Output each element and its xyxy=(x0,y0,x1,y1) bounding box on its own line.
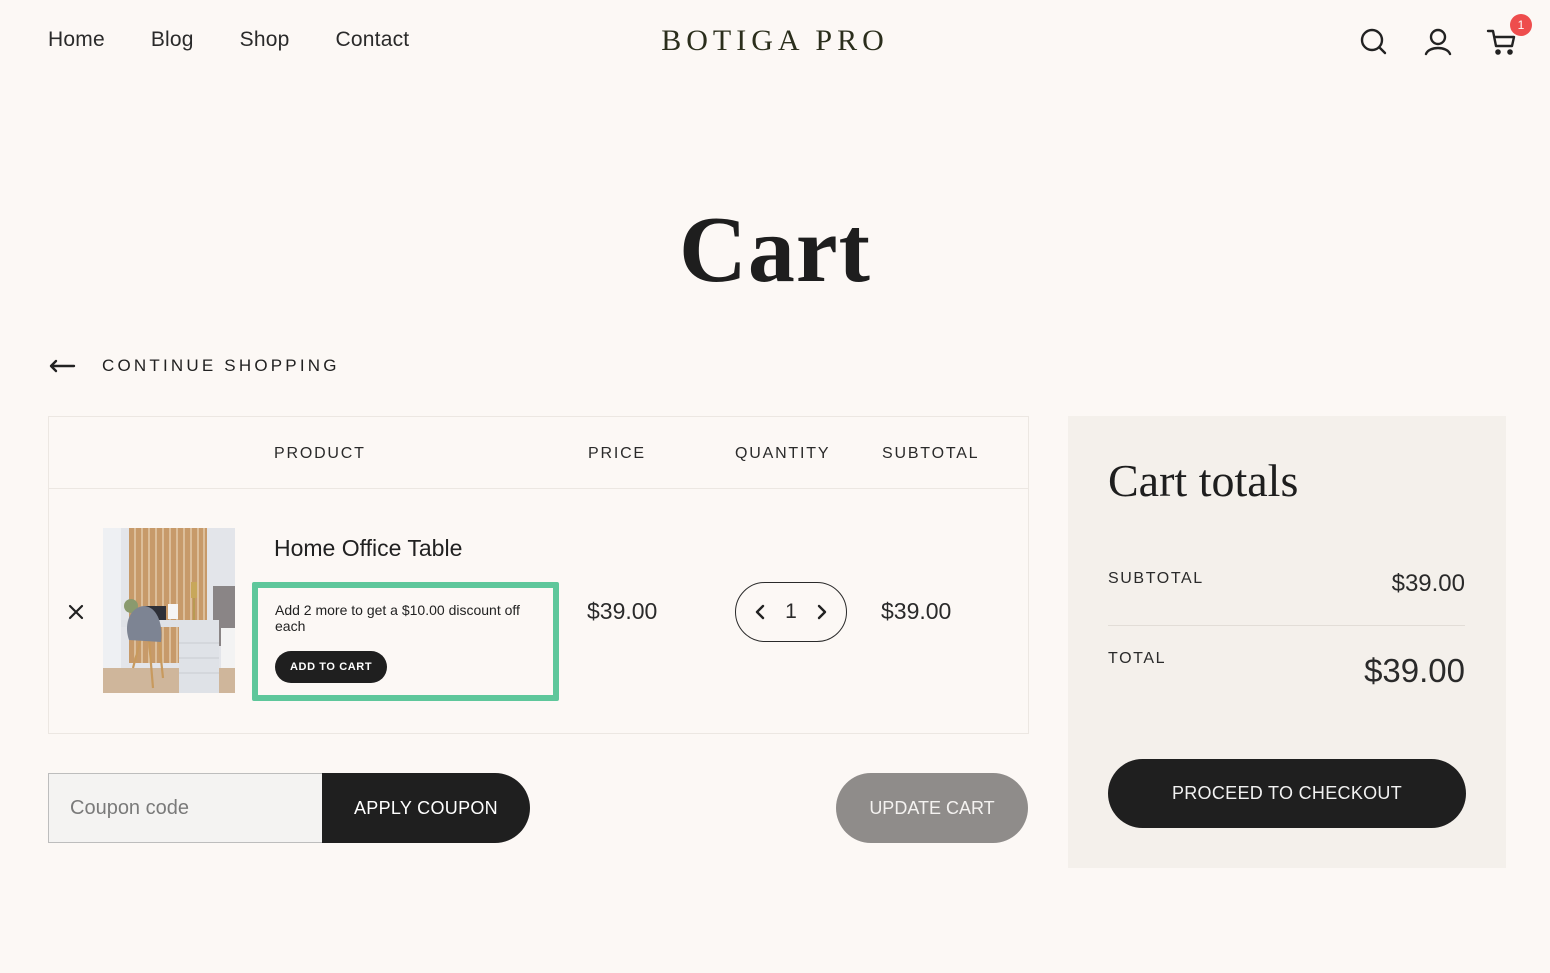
nav-blog[interactable]: Blog xyxy=(151,28,194,52)
proceed-to-checkout-button[interactable]: PROCEED TO CHECKOUT xyxy=(1108,759,1466,828)
remove-item-button[interactable] xyxy=(65,601,87,623)
header-subtotal: SUBTOTAL xyxy=(882,445,980,462)
account-button[interactable] xyxy=(1420,24,1456,60)
close-icon xyxy=(68,604,84,620)
cart-table: PRODUCT PRICE QUANTITY SUBTOTAL Home Off… xyxy=(48,416,1029,734)
arrow-left-icon xyxy=(49,359,76,373)
totals-subtotal-value: $39.00 xyxy=(1391,570,1465,597)
increase-quantity-button[interactable] xyxy=(814,604,830,620)
quantity-value[interactable]: 1 xyxy=(785,600,797,624)
chevron-left-icon xyxy=(755,604,765,620)
product-thumbnail[interactable] xyxy=(103,528,235,693)
totals-divider xyxy=(1108,625,1465,626)
bulk-discount-promo: Add 2 more to get a $10.00 discount off … xyxy=(252,582,559,701)
product-name[interactable]: Home Office Table xyxy=(274,535,462,562)
cart-button[interactable]: 1 xyxy=(1484,14,1532,60)
update-cart-button[interactable]: UPDATE CART xyxy=(836,773,1028,843)
continue-shopping-label: CONTINUE SHOPPING xyxy=(102,356,340,375)
cart-item-row: Home Office Table Add 2 more to get a $1… xyxy=(49,489,1028,733)
decrease-quantity-button[interactable] xyxy=(752,604,768,620)
account-icon xyxy=(1424,28,1452,56)
search-button[interactable] xyxy=(1356,24,1392,60)
item-price: $39.00 xyxy=(587,598,658,624)
totals-subtotal-label: SUBTOTAL xyxy=(1108,570,1204,587)
chevron-right-icon xyxy=(817,604,827,620)
cart-totals-panel: Cart totals SUBTOTAL $39.00 TOTAL $39.00… xyxy=(1068,416,1506,868)
page-title: Cart xyxy=(679,198,871,302)
totals-total-label: TOTAL xyxy=(1108,650,1167,667)
coupon-form: APPLY COUPON xyxy=(48,773,530,843)
cart-totals-title: Cart totals xyxy=(1108,455,1299,506)
header-icons: 1 xyxy=(1328,14,1532,60)
nav-home[interactable]: Home xyxy=(48,28,105,52)
cart-count-badge: 1 xyxy=(1510,14,1532,36)
continue-shopping-link[interactable]: CONTINUE SHOPPING xyxy=(48,356,340,376)
add-to-cart-button[interactable]: ADD TO CART xyxy=(275,651,388,683)
nav-contact[interactable]: Contact xyxy=(336,28,410,52)
coupon-code-input[interactable] xyxy=(48,773,322,843)
cart-table-header: PRODUCT PRICE QUANTITY SUBTOTAL xyxy=(49,417,1028,489)
site-logo[interactable]: BOTIGA PRO xyxy=(661,24,889,57)
apply-coupon-button[interactable]: APPLY COUPON xyxy=(322,773,530,843)
header-quantity: QUANTITY xyxy=(735,445,831,462)
product-image xyxy=(103,528,235,693)
header-product: PRODUCT xyxy=(274,445,366,462)
header-price: PRICE xyxy=(588,445,646,462)
search-icon xyxy=(1360,28,1387,55)
item-subtotal: $39.00 xyxy=(881,598,952,624)
quantity-stepper: 1 xyxy=(735,582,847,642)
totals-total-value: $39.00 xyxy=(1364,652,1465,689)
promo-message: Add 2 more to get a $10.00 discount off … xyxy=(275,602,520,634)
nav-shop[interactable]: Shop xyxy=(240,28,290,52)
main-nav: Home Blog Shop Contact xyxy=(48,28,455,52)
